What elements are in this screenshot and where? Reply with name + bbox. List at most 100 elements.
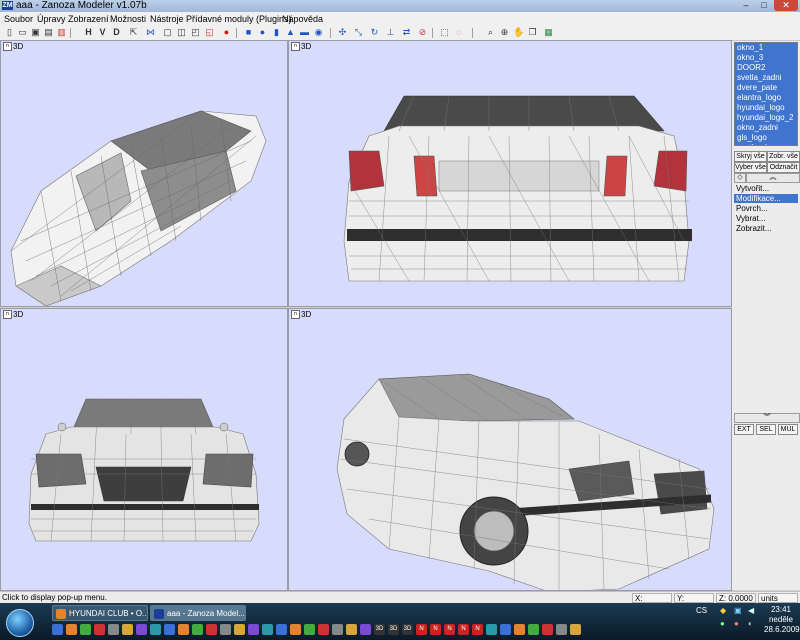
blue-cone-icon[interactable]: ▲ — [285, 27, 296, 38]
scale-icon[interactable]: ⤡ — [353, 27, 364, 38]
scroll-down-button[interactable]: ︾ — [734, 413, 800, 423]
language-indicator[interactable]: CS — [696, 606, 707, 615]
clock[interactable]: 23:41 neděle 28.6.2009 — [764, 605, 800, 635]
quick-launch-icon[interactable]: N — [430, 624, 441, 635]
open-folder-icon[interactable]: ▭ — [17, 27, 28, 38]
show-all-button[interactable]: Zobr. vše — [767, 151, 800, 162]
rotate-icon[interactable]: ↻ — [369, 27, 380, 38]
ext-button[interactable]: EXT — [734, 424, 754, 435]
quick-launch-icon[interactable] — [164, 624, 175, 635]
quick-launch-icon[interactable] — [360, 624, 371, 635]
quick-launch-icon[interactable] — [332, 624, 343, 635]
scroll-up-button[interactable]: ︽ — [746, 173, 800, 183]
blue-sphere-icon[interactable]: ● — [257, 27, 268, 38]
cube-front-icon[interactable]: ▢ — [162, 27, 173, 38]
view-v-button[interactable]: V — [97, 27, 108, 38]
object-list-item[interactable]: dvere_pate — [735, 83, 797, 93]
select-rect-icon[interactable]: ⬚ — [439, 27, 450, 38]
quick-launch-icon[interactable] — [80, 624, 91, 635]
sel-button[interactable]: SEL — [756, 424, 776, 435]
quick-launch-icon[interactable]: N — [472, 624, 483, 635]
quick-launch-icon[interactable] — [248, 624, 259, 635]
quick-launch-icon[interactable]: 3D — [388, 624, 399, 635]
save-icon[interactable]: ▣ — [30, 27, 41, 38]
object-list-item[interactable]: DOOR2 — [735, 63, 797, 73]
object-list-item[interactable]: hyundai_logo — [735, 103, 797, 113]
quick-launch-icon[interactable]: 3D — [374, 624, 385, 635]
object-list-item[interactable]: okno_3 — [735, 53, 797, 63]
select-all-button[interactable]: Vyber vše — [734, 162, 767, 173]
object-list-item[interactable]: hyundai_logo_2 — [735, 113, 797, 123]
node-tool-icon[interactable]: ⋈ — [145, 27, 156, 38]
quick-launch-icon[interactable] — [514, 624, 525, 635]
object-list-item[interactable]: svetla_zadni — [735, 73, 797, 83]
magnify-icon[interactable]: ⊕ — [499, 27, 510, 38]
collapse-button[interactable]: ◇ — [734, 173, 746, 183]
quick-launch-icon[interactable] — [556, 624, 567, 635]
deselect-button[interactable]: Odznačit — [767, 162, 800, 173]
tray-icon[interactable]: ◐ — [748, 619, 753, 628]
quick-launch-icon[interactable] — [136, 624, 147, 635]
blue-torus-icon[interactable]: ◉ — [313, 27, 324, 38]
render-icon[interactable]: ▦ — [543, 27, 554, 38]
panel-menu-view[interactable]: Zobrazit... — [734, 224, 798, 233]
panel-menu-create[interactable]: Vytvořit... — [734, 184, 798, 193]
network-icon[interactable]: ▣ — [734, 606, 742, 615]
quick-launch-icon[interactable] — [220, 624, 231, 635]
object-list[interactable]: okno_1 okno_3 DOOR2 svetla_zadni dvere_p… — [734, 42, 798, 146]
quick-launch-icon[interactable] — [94, 624, 105, 635]
quick-launch-icon[interactable] — [542, 624, 553, 635]
view-d-button[interactable]: D — [111, 27, 122, 38]
zoom-icon[interactable]: ⌕ — [485, 27, 496, 38]
mirror-icon[interactable]: ⇄ — [401, 27, 412, 38]
quick-launch-icon[interactable]: N — [444, 624, 455, 635]
blue-plane-icon[interactable]: ▬ — [299, 27, 310, 38]
tray-icon[interactable]: ◆ — [720, 606, 726, 615]
start-button[interactable] — [6, 609, 34, 637]
menu-napoveda[interactable]: Nápověda — [282, 12, 323, 26]
volume-icon[interactable]: ◀ — [748, 606, 754, 615]
object-list-item[interactable]: gls_logo — [735, 133, 797, 143]
tray-icon[interactable]: ● — [734, 619, 739, 628]
menu-nastroje[interactable]: Nástroje — [150, 12, 184, 26]
quick-launch-icon[interactable] — [486, 624, 497, 635]
taskbar-item-modeler[interactable]: aaa - Zanoza Model... — [150, 605, 246, 621]
quick-launch-icon[interactable] — [528, 624, 539, 635]
red-sphere-icon[interactable]: ● — [221, 27, 232, 38]
object-list-item[interactable]: okno_1 — [735, 43, 797, 53]
quick-launch-icon[interactable] — [192, 624, 203, 635]
taskbar-item-browser[interactable]: HYUNDAI CLUB • O... — [52, 605, 148, 621]
object-list-item[interactable]: elantra_logo — [735, 93, 797, 103]
panel-menu-surface[interactable]: Povrch... — [734, 204, 798, 213]
quick-launch-icon[interactable] — [206, 624, 217, 635]
delete-icon[interactable]: ⊘ — [417, 27, 428, 38]
lasso-icon[interactable]: ◌ — [453, 27, 464, 38]
quick-launch-icon[interactable] — [262, 624, 273, 635]
object-list-item[interactable]: okno_zadni — [735, 123, 797, 133]
quick-launch-icon[interactable] — [318, 624, 329, 635]
quick-launch-icon[interactable] — [570, 624, 581, 635]
quick-launch-icon[interactable]: 3D — [402, 624, 413, 635]
viewport-front[interactable]: n 3D — [0, 308, 288, 591]
blue-box-icon[interactable]: ■ — [243, 27, 254, 38]
menu-moznosti[interactable]: Možnosti — [110, 12, 146, 26]
quick-launch-icon[interactable] — [108, 624, 119, 635]
select-tool-icon[interactable]: ⇱ — [128, 27, 139, 38]
viewport-perspective-front[interactable]: n 3D — [288, 308, 732, 591]
quick-launch-icon[interactable] — [346, 624, 357, 635]
quick-launch-icon[interactable] — [304, 624, 315, 635]
cube-wire-icon[interactable]: ◱ — [204, 27, 215, 38]
new-file-icon[interactable]: ▯ — [4, 27, 15, 38]
quick-launch-icon[interactable]: N — [458, 624, 469, 635]
mul-button[interactable]: MUL — [778, 424, 798, 435]
quick-launch-icon[interactable] — [290, 624, 301, 635]
quick-launch-icon[interactable] — [150, 624, 161, 635]
axis-icon[interactable]: ⊥ — [385, 27, 396, 38]
cube-top-icon[interactable]: ◰ — [190, 27, 201, 38]
save-as-icon[interactable]: ▤ — [43, 27, 54, 38]
pan-icon[interactable]: ✋ — [513, 27, 524, 38]
quick-launch-icon[interactable] — [178, 624, 189, 635]
menu-plugins[interactable]: Přídavné moduly (Plugins) — [186, 12, 292, 26]
menu-zobrazeni[interactable]: Zobrazení — [68, 12, 109, 26]
blue-cylinder-icon[interactable]: ▮ — [271, 27, 282, 38]
